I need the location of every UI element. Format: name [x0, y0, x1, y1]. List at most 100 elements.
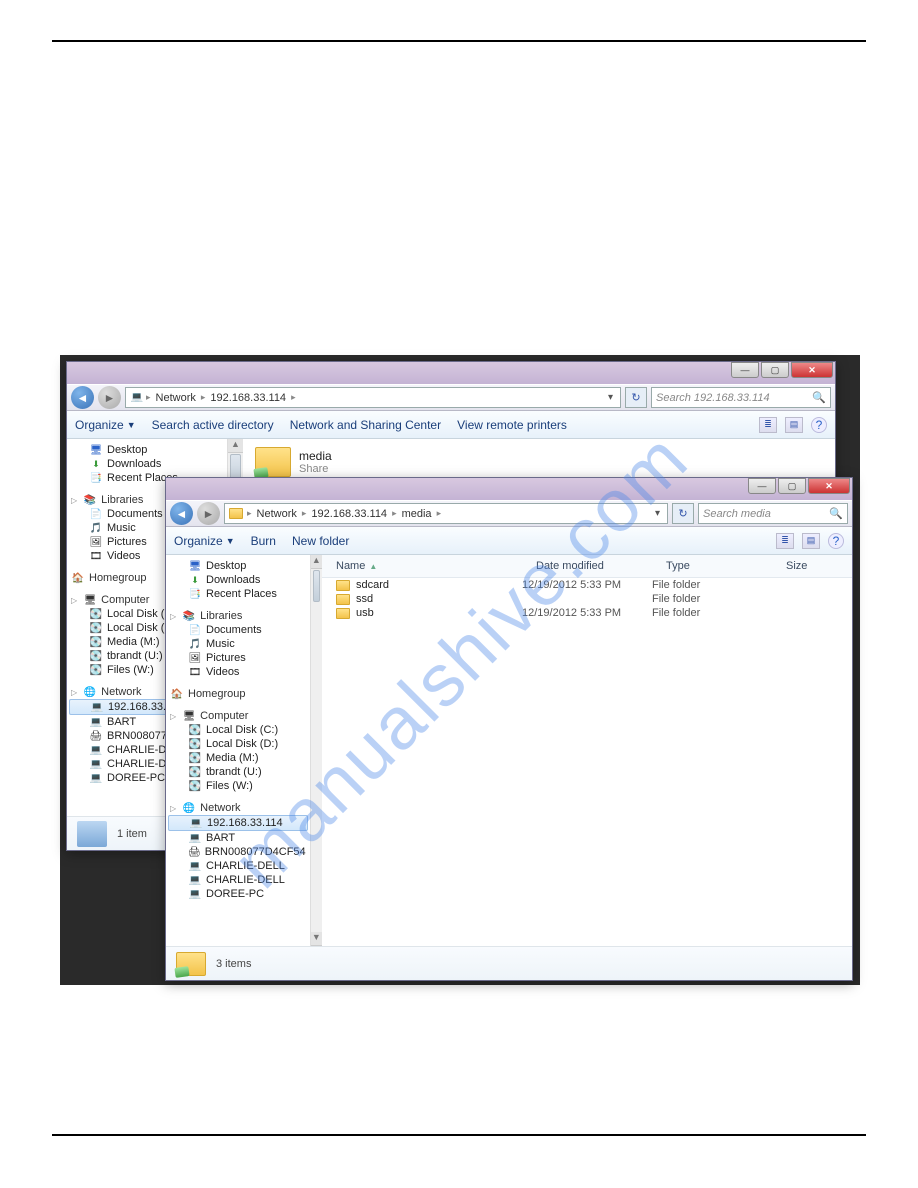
preview-pane-button[interactable]: ▤ [785, 417, 803, 433]
column-size[interactable]: Size [772, 558, 852, 574]
refresh-button[interactable]: ↻ [672, 503, 694, 524]
tree-group[interactable]: Network [101, 686, 141, 698]
breadcrumb[interactable]: 192.168.33.114 [308, 508, 390, 520]
tree-item[interactable]: Media (M:) [206, 752, 259, 764]
tree-item[interactable]: Downloads [107, 458, 161, 470]
toolbar-newfolder[interactable]: New folder [292, 534, 349, 548]
toolbar-burn[interactable]: Burn [251, 534, 276, 548]
tree-scrollbar[interactable]: ▲ ▼ [310, 555, 322, 946]
tree-item[interactable]: BART [206, 832, 235, 844]
help-button[interactable]: ? [811, 417, 827, 433]
breadcrumb[interactable]: media [399, 508, 435, 520]
tree-item[interactable]: Files (W:) [206, 780, 253, 792]
tree-item[interactable]: Media (M:) [107, 636, 160, 648]
page-top-rule [52, 40, 866, 42]
column-type[interactable]: Type [652, 558, 772, 574]
collapse-arrow-icon[interactable]: ▷ [170, 612, 176, 621]
scroll-thumb[interactable] [313, 570, 320, 602]
tree-item[interactable]: Desktop [206, 560, 246, 572]
refresh-button[interactable]: ↻ [625, 387, 647, 408]
tree-group[interactable]: Libraries [101, 494, 143, 506]
tree-item[interactable]: Downloads [206, 574, 260, 586]
maximize-button[interactable]: ▢ [761, 362, 789, 378]
help-button[interactable]: ? [828, 533, 844, 549]
column-headers[interactable]: Name ▲ Date modified Type Size [322, 555, 852, 578]
tree-item[interactable]: BART [107, 716, 136, 728]
minimize-button[interactable]: — [748, 478, 776, 494]
collapse-arrow-icon[interactable]: ▷ [71, 596, 77, 605]
tree-item[interactable]: Music [107, 522, 136, 534]
collapse-arrow-icon[interactable]: ▷ [170, 804, 176, 813]
close-button[interactable]: ✕ [791, 362, 833, 378]
tree-item[interactable]: CHARLIE-DELL [206, 860, 285, 872]
tree-item[interactable]: 192.168.33.114 [207, 817, 283, 829]
breadcrumb[interactable]: 192.168.33.114 [207, 392, 289, 404]
file-row[interactable]: usb 12/19/2012 5:33 PM File folder [322, 606, 852, 620]
tree-item[interactable]: Recent Places [206, 588, 277, 600]
scroll-down-arrow-icon[interactable]: ▼ [311, 932, 322, 946]
search-box[interactable]: Search 192.168.33.114 🔍 [651, 387, 831, 408]
tree-item[interactable]: CHARLIE-DELL [206, 874, 285, 886]
breadcrumb[interactable]: Network [254, 508, 300, 520]
tree-item[interactable]: Local Disk (C:) [206, 724, 278, 736]
content-pane[interactable]: Name ▲ Date modified Type Size sdcard 12… [322, 555, 852, 946]
close-button[interactable]: ✕ [808, 478, 850, 494]
titlebar[interactable]: — ▢ ✕ [166, 478, 852, 500]
dropdown-arrow-icon[interactable]: ▾ [608, 392, 613, 403]
search-box[interactable]: Search media 🔍 [698, 503, 848, 524]
tree-group[interactable]: Homegroup [89, 572, 146, 584]
view-options-button[interactable]: ≣ [759, 417, 777, 433]
tree-item[interactable]: Files (W:) [107, 664, 154, 676]
dropdown-arrow-icon[interactable]: ▾ [655, 508, 660, 519]
tree-group[interactable]: Computer [101, 594, 149, 606]
maximize-button[interactable]: ▢ [778, 478, 806, 494]
tree-item[interactable]: Local Disk (D:) [206, 738, 278, 750]
tree-item[interactable]: Music [206, 638, 235, 650]
tree-group[interactable]: Homegroup [188, 688, 245, 700]
address-bar[interactable]: ▸ Network ▸ 192.168.33.114 ▸ media ▸ ▾ [224, 503, 668, 524]
collapse-arrow-icon[interactable]: ▷ [71, 688, 77, 697]
status-folder-icon [176, 952, 206, 976]
scroll-up-arrow-icon[interactable]: ▲ [228, 439, 243, 453]
tree-group[interactable]: Libraries [200, 610, 242, 622]
toolbar-action[interactable]: Network and Sharing Center [290, 418, 441, 432]
collapse-arrow-icon[interactable]: ▷ [71, 496, 77, 505]
scroll-up-arrow-icon[interactable]: ▲ [311, 555, 322, 569]
navigation-tree[interactable]: Desktop Downloads Recent Places ▷ Librari… [166, 555, 310, 946]
tree-item[interactable]: DOREE-PC [206, 888, 264, 900]
collapse-arrow-icon[interactable]: ▷ [170, 712, 176, 721]
view-options-button[interactable]: ≣ [776, 533, 794, 549]
tree-group[interactable]: Network [200, 802, 240, 814]
column-name[interactable]: Name [336, 560, 365, 572]
tree-item[interactable]: DOREE-PC [107, 772, 165, 784]
back-button[interactable]: ◄ [71, 386, 94, 409]
titlebar[interactable]: — ▢ ✕ [67, 362, 835, 384]
forward-button[interactable]: ► [197, 502, 220, 525]
file-row[interactable]: sdcard 12/19/2012 5:33 PM File folder [322, 578, 852, 592]
file-row[interactable]: ssd File folder [322, 592, 852, 606]
tree-item[interactable]: Videos [206, 666, 239, 678]
breadcrumb[interactable]: Network [153, 392, 199, 404]
share-folder-item[interactable]: media Share [255, 447, 823, 477]
tree-item[interactable]: Desktop [107, 444, 147, 456]
tree-item[interactable]: tbrandt (U:) [107, 650, 163, 662]
preview-pane-button[interactable]: ▤ [802, 533, 820, 549]
tree-item[interactable]: Videos [107, 550, 140, 562]
address-bar[interactable]: ▸ Network ▸ 192.168.33.114 ▸ ▾ [125, 387, 621, 408]
organize-menu[interactable]: Organize ▼ [174, 534, 235, 548]
tree-item[interactable]: Pictures [107, 536, 147, 548]
tree-group[interactable]: Computer [200, 710, 248, 722]
tree-item[interactable]: tbrandt (U:) [206, 766, 262, 778]
column-date[interactable]: Date modified [522, 558, 652, 574]
back-button[interactable]: ◄ [170, 502, 193, 525]
tree-item[interactable]: Documents [206, 624, 262, 636]
downloads-icon [89, 458, 103, 470]
tree-item[interactable]: Documents [107, 508, 163, 520]
minimize-button[interactable]: — [731, 362, 759, 378]
forward-button[interactable]: ► [98, 386, 121, 409]
tree-item[interactable]: BRN008077D4CF54 [205, 846, 306, 858]
toolbar-action[interactable]: View remote printers [457, 418, 567, 432]
tree-item[interactable]: Pictures [206, 652, 246, 664]
organize-menu[interactable]: Organize ▼ [75, 418, 136, 432]
toolbar-action[interactable]: Search active directory [152, 418, 274, 432]
